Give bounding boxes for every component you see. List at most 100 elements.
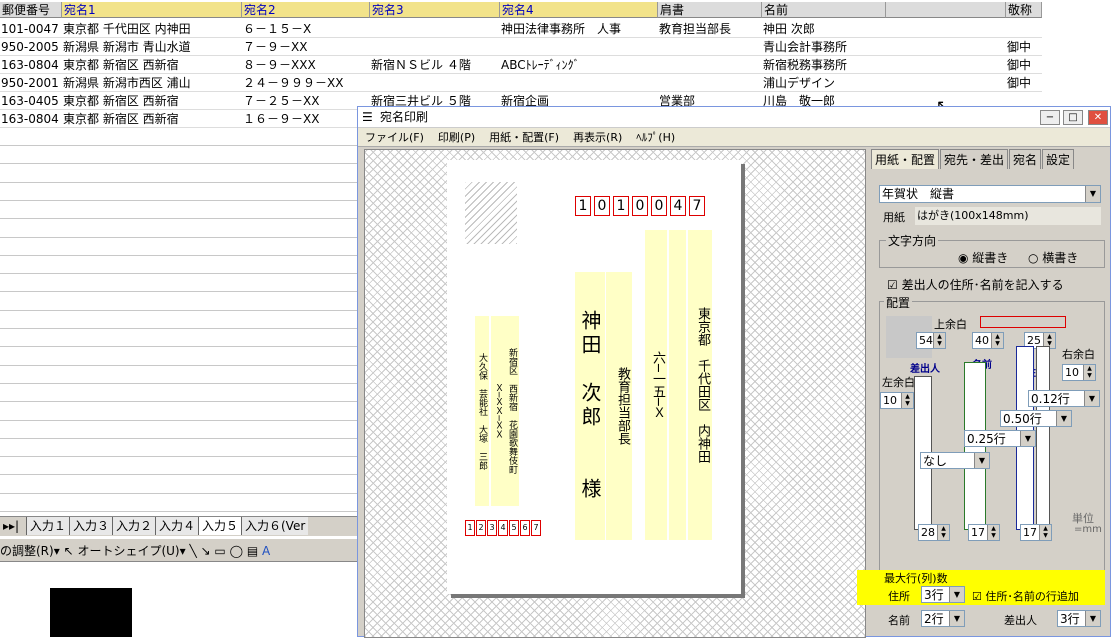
title-cell[interactable] <box>659 38 763 56</box>
empty-row[interactable] <box>0 476 357 494</box>
honorific-cell[interactable]: 御中 <box>1007 38 1043 56</box>
tab-input6[interactable]: 入力６(Ver <box>241 517 309 535</box>
arrow-icon[interactable]: ↘ <box>201 544 211 558</box>
add-line-checkbox[interactable]: ☑ 住所･名前の行追加 <box>972 588 1079 604</box>
empty-row[interactable] <box>0 439 357 458</box>
addr1-cell[interactable]: 新潟県 新潟市西区 浦山 <box>63 74 243 92</box>
header-title[interactable]: 肩書 <box>658 2 762 18</box>
tab-input4[interactable]: 入力４ <box>154 517 198 535</box>
adjust-menu[interactable]: の調整(R)▾ <box>0 544 60 558</box>
table-row[interactable]: 163-0804 東京都 新宿区 西新宿 ８－９－XXX 新宿ＮＳビル ４階 ABCﾄﾚ… <box>0 56 1042 74</box>
addr2-cell[interactable]: ８－９－XXX <box>243 56 371 74</box>
name-line-select[interactable]: 0.50行 ▼ <box>1000 410 1072 427</box>
chevron-down-icon[interactable]: ▼ <box>949 611 964 626</box>
table-row[interactable]: 950-2001 新潟県 新潟市西区 浦山 ２４－９９９－XX 浦山デザイン 御中 <box>0 74 1042 92</box>
postal-cell[interactable]: 950-2001 <box>1 74 63 92</box>
address-lines-select[interactable]: 3行 ▼ <box>921 586 965 603</box>
spin-arrows-icon[interactable]: ▲ ▼ <box>901 393 913 408</box>
chevron-down-icon[interactable]: ▼ <box>1085 611 1100 626</box>
empty-row[interactable] <box>0 183 357 201</box>
table-row[interactable]: 950-2005 新潟県 新潟市 青山水道 ７－９－XX 青山会計事務所 御中 <box>0 38 1042 56</box>
blank-cell[interactable] <box>887 74 1007 92</box>
addr2-cell[interactable]: １６－９－XX <box>243 110 371 128</box>
wordart-icon[interactable]: A <box>262 544 270 558</box>
sender-lines-select[interactable]: 3行 ▼ <box>1057 610 1101 627</box>
header-addr1[interactable]: 宛名1 <box>62 2 242 18</box>
tab-input3[interactable]: 入力３ <box>68 517 112 535</box>
addr1-cell[interactable]: 東京都 新宿区 西新宿 <box>63 92 243 110</box>
tab-nav[interactable]: ▸▸| <box>0 517 22 535</box>
addr4-cell[interactable]: ABCﾄﾚｰﾃﾞｨﾝｸﾞ <box>501 56 659 74</box>
addr2-cell[interactable]: ６－１５－X <box>243 20 371 38</box>
addr1-cell[interactable]: 東京都 新宿区 西新宿 <box>63 110 243 128</box>
name-cell[interactable]: 神田 次郎 <box>763 20 887 38</box>
postal-cell[interactable]: 101-0047 <box>1 20 63 38</box>
empty-row[interactable] <box>0 201 357 220</box>
menu-file[interactable]: ファイル(F) <box>358 131 431 144</box>
honorific-cell[interactable]: 御中 <box>1007 56 1043 74</box>
postal-cell[interactable]: 163-0405 <box>1 92 63 110</box>
header-name[interactable]: 名前 <box>762 2 886 18</box>
spin-arrows-icon[interactable]: ▲ ▼ <box>1083 365 1095 380</box>
header-addr2[interactable]: 宛名2 <box>242 2 370 18</box>
blank-cell[interactable] <box>887 20 1007 38</box>
empty-row[interactable] <box>0 457 357 476</box>
addr1-cell[interactable]: 東京都 新宿区 西新宿 <box>63 56 243 74</box>
horizontal-radio[interactable]: ○ 横書き <box>1028 249 1078 266</box>
window-titlebar[interactable]: ☰ 宛名印刷 − □ ✕ <box>358 107 1110 128</box>
addr3-cell[interactable] <box>371 38 501 56</box>
empty-row[interactable] <box>0 348 357 366</box>
blank-cell[interactable] <box>887 56 1007 74</box>
title-cell[interactable]: 教育担当部長 <box>659 20 763 38</box>
cursor-icon[interactable]: ↖ <box>64 544 74 558</box>
tab-address[interactable]: 宛名 <box>1009 149 1042 169</box>
spin-arrows-icon[interactable]: ▲ ▼ <box>987 525 999 540</box>
honorific-cell[interactable] <box>1007 20 1043 38</box>
chevron-down-icon[interactable]: ▼ <box>1020 431 1035 446</box>
blank-cell[interactable] <box>887 38 1007 56</box>
sender-option-select[interactable]: なし ▼ <box>920 452 990 469</box>
header-postal[interactable]: 郵便番号 <box>0 2 62 18</box>
header-blank[interactable] <box>886 2 1006 18</box>
empty-row[interactable] <box>0 384 357 403</box>
empty-row[interactable] <box>0 329 357 348</box>
tab-paper-layout[interactable]: 用紙・配置 <box>871 149 940 169</box>
textbox-icon[interactable]: ▤ <box>247 544 258 558</box>
addr3-cell[interactable]: 新宿ＮＳビル ４階 <box>371 56 501 74</box>
header-addr3[interactable]: 宛名3 <box>370 2 500 18</box>
addr4-cell[interactable] <box>501 74 659 92</box>
table-row[interactable]: 101-0047 東京都 千代田区 内神田 ６－１５－X 神田法律事務所 人事 教育担当… <box>0 20 1042 38</box>
tab-settings[interactable]: 設定 <box>1042 149 1075 169</box>
spin-arrows-icon[interactable]: ▲ ▼ <box>937 525 949 540</box>
addr4-cell[interactable] <box>501 38 659 56</box>
top-margin-spin[interactable]: 54 ▲ ▼ <box>916 332 946 349</box>
address-bar-2[interactable] <box>1036 346 1050 530</box>
v40-spin[interactable]: 40 ▲ ▼ <box>972 332 1004 349</box>
name-lines-select[interactable]: 2行 ▼ <box>921 610 965 627</box>
empty-row[interactable] <box>0 421 357 439</box>
minimize-button[interactable]: − <box>1040 110 1060 125</box>
address-line-select[interactable]: 0.12行 ▼ <box>1028 390 1100 407</box>
postal-cell[interactable]: 163-0804 <box>1 56 63 74</box>
title-cell[interactable] <box>659 56 763 74</box>
menu-paper[interactable]: 用紙・配置(F) <box>482 131 566 144</box>
right-margin-spin[interactable]: 10 ▲ ▼ <box>1062 364 1096 381</box>
empty-row[interactable] <box>0 494 357 512</box>
name-cell[interactable]: 浦山デザイン <box>763 74 887 92</box>
left-margin-spin[interactable]: 10 ▲ ▼ <box>880 392 914 409</box>
title-cell[interactable] <box>659 74 763 92</box>
maximize-button[interactable]: □ <box>1063 110 1083 125</box>
tab-input1[interactable]: 入力１ <box>25 517 69 535</box>
empty-row[interactable] <box>0 256 357 275</box>
menu-print[interactable]: 印刷(P) <box>431 131 482 144</box>
empty-row[interactable] <box>0 366 357 384</box>
empty-row[interactable] <box>0 238 357 256</box>
b17a-spin[interactable]: 17 ▲ ▼ <box>968 524 1000 541</box>
line-icon[interactable]: ╲ <box>189 544 196 558</box>
rectangle-icon[interactable]: ▭ <box>214 544 225 558</box>
spin-arrows-icon[interactable]: ▲ ▼ <box>991 333 1003 348</box>
name-cell[interactable]: 新宿税務事務所 <box>763 56 887 74</box>
chevron-down-icon[interactable]: ▼ <box>1085 186 1100 202</box>
tab-input5[interactable]: 入力５ <box>197 517 241 535</box>
empty-row[interactable] <box>0 128 357 146</box>
